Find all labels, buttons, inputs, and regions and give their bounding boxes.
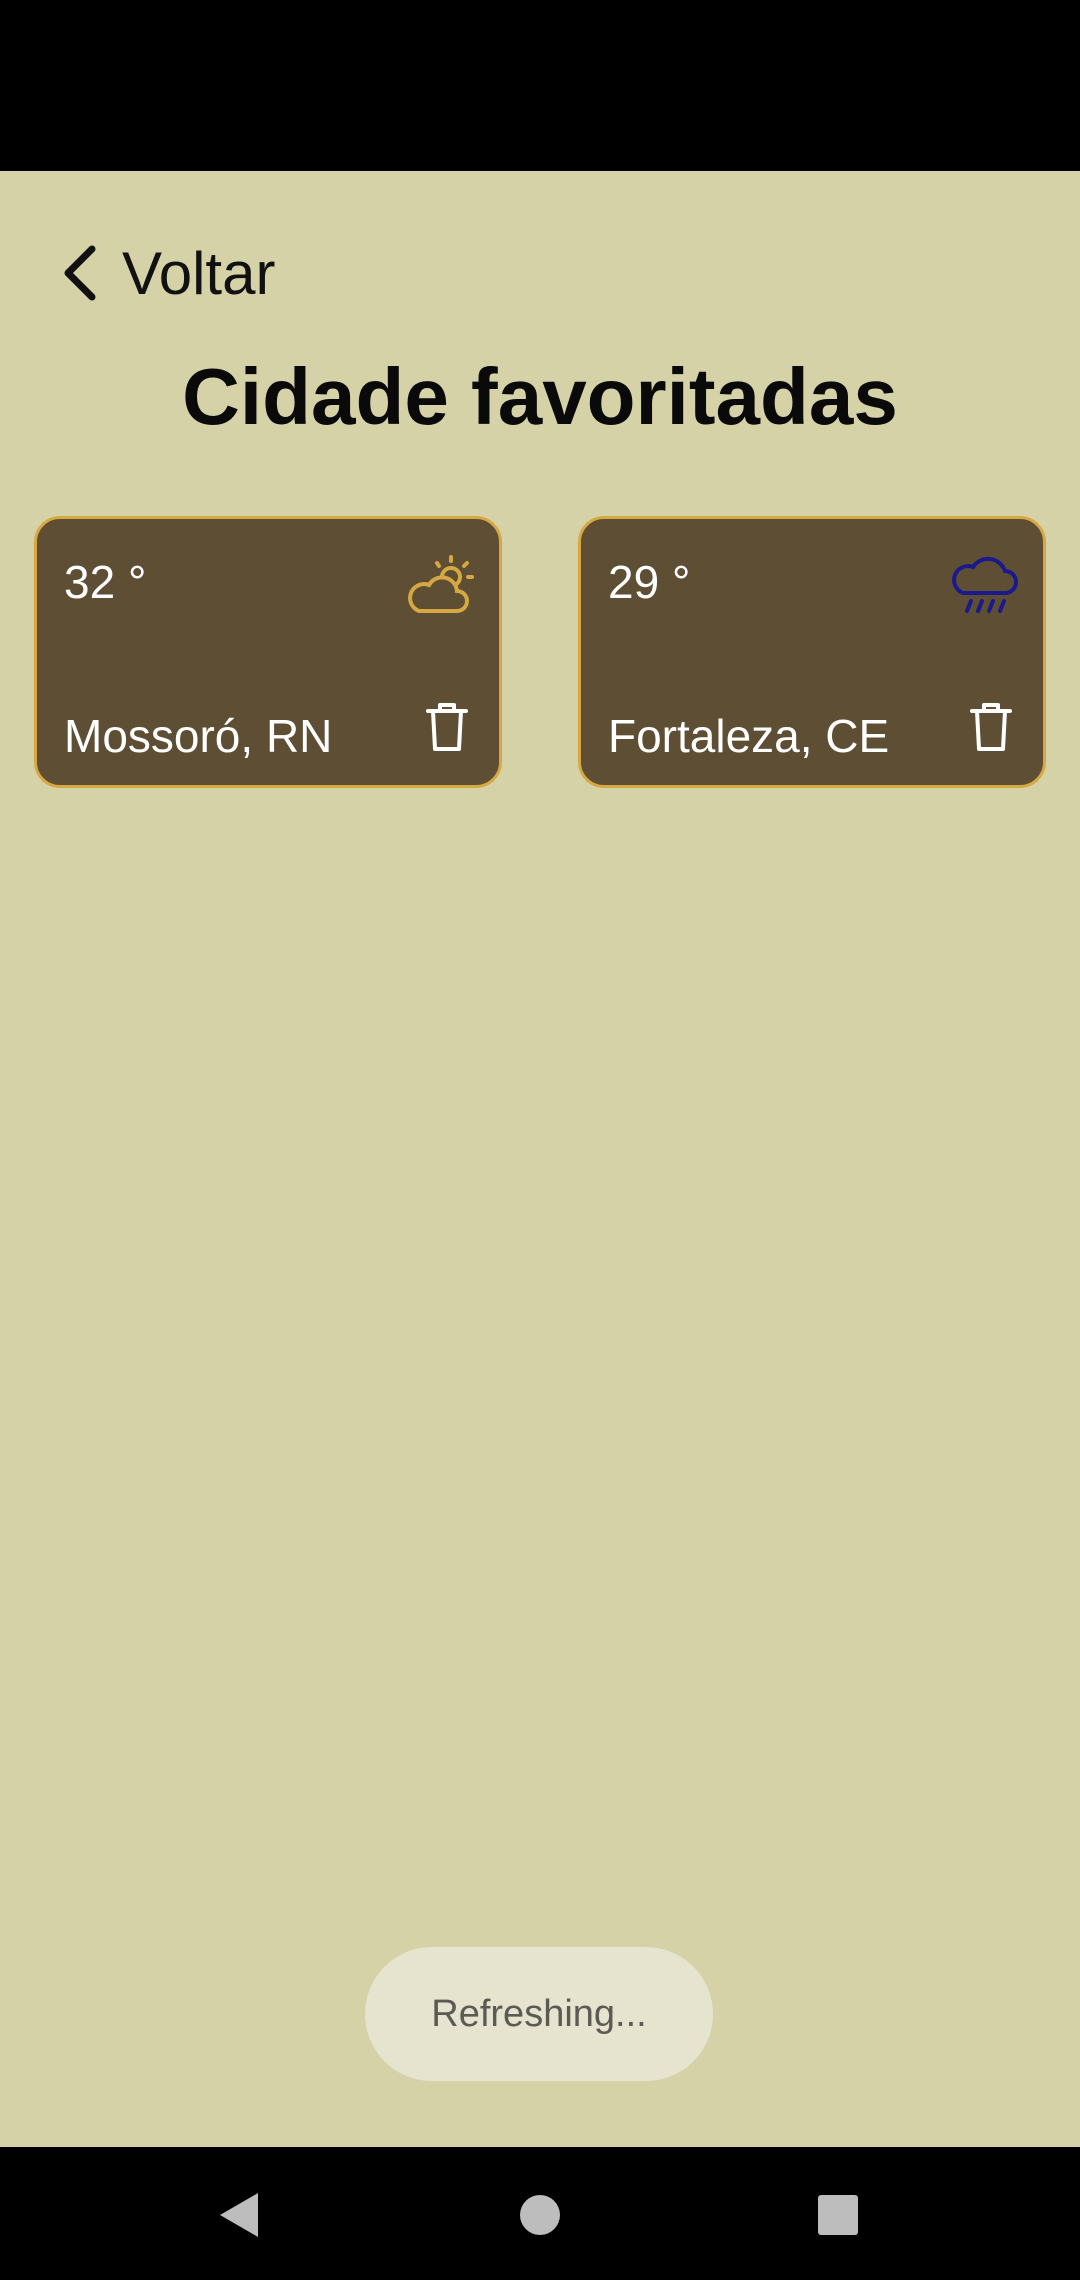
back-label: Voltar (122, 239, 276, 307)
temperature-label: 29 ° (608, 556, 691, 608)
trash-icon[interactable] (425, 701, 469, 753)
back-nav-icon[interactable] (216, 2191, 264, 2239)
status-bar (0, 0, 1080, 171)
rain-cloud-icon (952, 556, 1018, 613)
trash-icon[interactable] (969, 701, 1013, 753)
home-nav-icon[interactable] (516, 2191, 564, 2239)
city-name: Mossoró, RN (64, 710, 333, 762)
city-card-mossoro[interactable]: 32 ° Mossoró, RN (34, 516, 502, 788)
recents-nav-icon[interactable] (814, 2191, 862, 2239)
favorite-cities-list: 32 ° Mossoró, RN 29 ° Fortaleza, CE (34, 516, 1046, 788)
partly-cloudy-icon (408, 555, 474, 613)
city-card-fortaleza[interactable]: 29 ° Fortaleza, CE (578, 516, 1046, 788)
chevron-left-icon (64, 245, 96, 301)
temperature-label: 32 ° (64, 556, 147, 608)
page-title: Cidade favoritadas (182, 352, 898, 441)
city-name: Fortaleza, CE (608, 710, 890, 762)
favorites-screen: Voltar Cidade favoritadas 32 ° Mossoró, … (0, 171, 1080, 2147)
system-navigation-bar (0, 2147, 1080, 2280)
refreshing-toast: Refreshing... (365, 1947, 713, 2081)
back-button[interactable]: Voltar (60, 223, 275, 323)
